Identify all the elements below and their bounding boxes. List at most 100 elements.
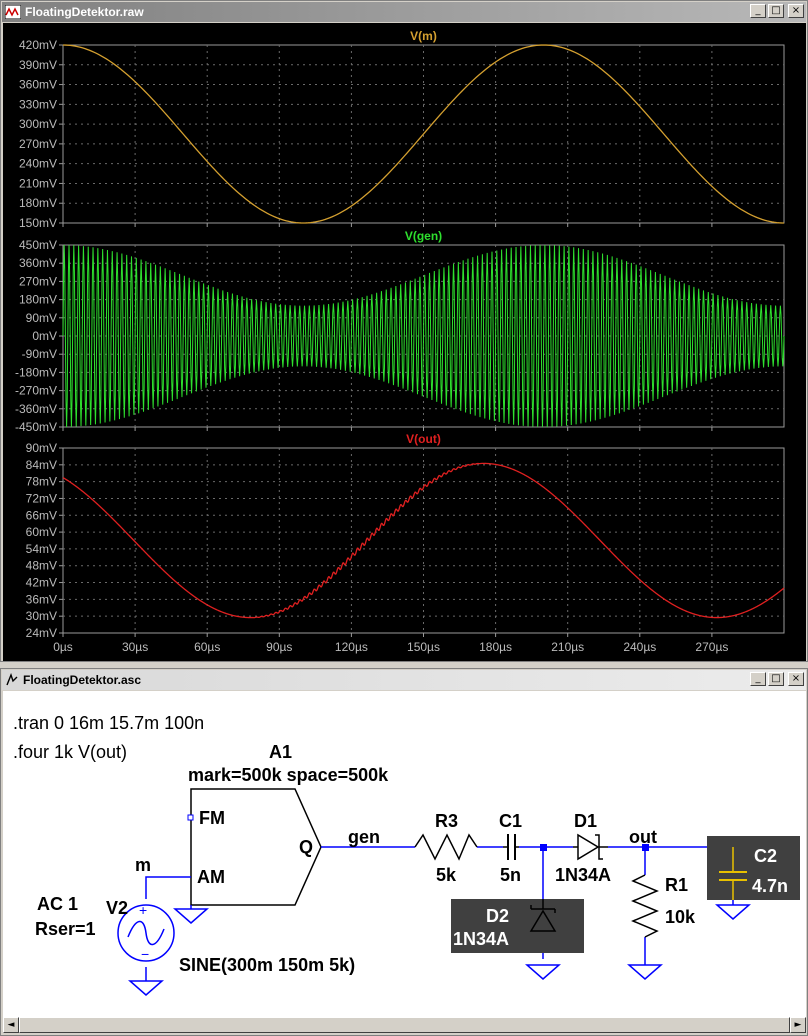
d2-name[interactable]: D2 xyxy=(486,906,509,926)
r3-symbol[interactable] xyxy=(414,833,478,861)
a1-params[interactable]: mark=500k space=500k xyxy=(188,765,389,785)
c1-symbol[interactable] xyxy=(507,834,516,860)
y-tick-label: 360mV xyxy=(19,78,57,92)
waveform-window-title: FloatingDetektor.raw xyxy=(25,5,144,19)
y-tick-label: 54mV xyxy=(26,542,57,556)
scroll-thumb[interactable] xyxy=(19,1017,790,1033)
c1-value[interactable]: 5n xyxy=(500,865,521,885)
x-tick-label: 120µs xyxy=(335,640,368,654)
x-tick-label: 0µs xyxy=(53,640,73,654)
v2-ac-label[interactable]: AC 1 xyxy=(37,894,78,914)
a1-pin-am: AM xyxy=(197,867,225,887)
y-tick-label: 300mV xyxy=(19,117,57,131)
waveform-plot-area[interactable]: 420mV 390mV 360mV 330mV 300mV 270mV 240mV 210mV… xyxy=(3,23,806,661)
schematic-titlebar[interactable]: FloatingDetektor.asc _ □ × xyxy=(2,670,806,690)
v2-rser-label[interactable]: Rser=1 xyxy=(35,919,96,939)
x-tick-label: 210µs xyxy=(551,640,584,654)
maximize-button[interactable]: □ xyxy=(768,672,784,686)
a1-name[interactable]: A1 xyxy=(269,742,292,762)
c1-name[interactable]: C1 xyxy=(499,811,522,831)
trace-vout xyxy=(62,462,785,619)
schematic-window: FloatingDetektor.asc _ □ × .tran 0 16m 1… xyxy=(0,668,808,1036)
y-tick-label: 180mV xyxy=(19,293,57,307)
c2-name[interactable]: C2 xyxy=(754,846,777,866)
net-label-out[interactable]: out xyxy=(629,827,657,847)
junction-dot xyxy=(540,844,547,851)
x-tick-label: 240µs xyxy=(623,640,656,654)
r1-name[interactable]: R1 xyxy=(665,875,688,895)
trace-title[interactable]: V(m) xyxy=(410,29,437,43)
y-tick-label: 390mV xyxy=(19,58,57,72)
y-tick-label: 84mV xyxy=(26,458,57,472)
net-label-gen[interactable]: gen xyxy=(348,827,380,847)
y-tick-label: 450mV xyxy=(19,238,57,252)
y-tick-label: 42mV xyxy=(26,576,57,590)
minimize-button[interactable]: _ xyxy=(750,672,766,686)
scroll-left-button[interactable]: ◄ xyxy=(3,1017,19,1033)
y-tick-label: -360mV xyxy=(15,402,57,416)
a1-pin-fm: FM xyxy=(199,808,225,828)
maximize-button[interactable]: □ xyxy=(768,4,784,18)
trace-title[interactable]: V(gen) xyxy=(405,229,442,243)
x-tick-label: 60µs xyxy=(194,640,220,654)
y-tick-label: 360mV xyxy=(19,256,57,270)
y-tick-label: -450mV xyxy=(15,420,57,434)
r3-value[interactable]: 5k xyxy=(436,865,457,885)
y-tick-label: 48mV xyxy=(26,559,57,573)
x-tick-label: 90µs xyxy=(266,640,292,654)
waveform-window: FloatingDetektor.raw _ □ × 420mV 390mV 360… xyxy=(0,0,808,662)
close-button[interactable]: × xyxy=(788,4,804,18)
fm-pin-icon xyxy=(187,814,194,821)
y-tick-label: 150mV xyxy=(19,216,57,230)
ground-icon xyxy=(627,964,663,980)
y-tick-label: 240mV xyxy=(19,157,57,171)
y-tick-label: -90mV xyxy=(22,347,57,361)
y-tick-label: 66mV xyxy=(26,508,57,522)
schematic-drawing[interactable]: .tran 0 16m 15.7m 100n .four 1k V(out) A… xyxy=(3,691,806,1017)
r1-symbol[interactable] xyxy=(631,874,659,938)
d1-value[interactable]: 1N34A xyxy=(555,865,611,885)
tran-directive[interactable]: .tran 0 16m 15.7m 100n xyxy=(13,713,204,733)
sine-icon xyxy=(127,920,165,946)
y-tick-label: 60mV xyxy=(26,525,57,539)
y-tick-label: 90mV xyxy=(26,311,57,325)
y-tick-label: -180mV xyxy=(15,365,57,379)
x-tick-label: 150µs xyxy=(407,640,440,654)
x-tick-label: 30µs xyxy=(122,640,148,654)
y-tick-label: 0mV xyxy=(32,329,57,343)
ground-icon xyxy=(128,980,164,996)
c2-value[interactable]: 4.7n xyxy=(752,876,788,896)
y-tick-label: 30mV xyxy=(26,609,57,623)
ground-icon xyxy=(173,908,209,924)
r3-name[interactable]: R3 xyxy=(435,811,458,831)
y-tick-label: 420mV xyxy=(19,38,57,52)
y-tick-label: -270mV xyxy=(15,384,57,398)
y-tick-label: 210mV xyxy=(19,176,57,190)
y-tick-label: 72mV xyxy=(26,491,57,505)
trace-title[interactable]: V(out) xyxy=(406,432,441,446)
minus-icon: − xyxy=(141,946,149,962)
d1-name[interactable]: D1 xyxy=(574,811,597,831)
minimize-button[interactable]: _ xyxy=(750,4,766,18)
d1-symbol[interactable] xyxy=(573,833,608,861)
v2-value[interactable]: SINE(300m 150m 5k) xyxy=(179,955,355,975)
schematic-canvas[interactable]: .tran 0 16m 15.7m 100n .four 1k V(out) A… xyxy=(3,691,806,1017)
y-tick-label: 180mV xyxy=(19,196,57,210)
waveform-app-icon xyxy=(5,5,21,19)
waveform-titlebar[interactable]: FloatingDetektor.raw _ □ × xyxy=(2,2,806,22)
four-directive[interactable]: .four 1k V(out) xyxy=(13,742,127,762)
schematic-window-title: FloatingDetektor.asc xyxy=(23,673,142,687)
schematic-app-icon xyxy=(6,673,18,686)
net-label-m[interactable]: m xyxy=(135,855,151,875)
scroll-right-button[interactable]: ► xyxy=(790,1017,806,1033)
y-tick-label: 24mV xyxy=(26,626,57,640)
r1-value[interactable]: 10k xyxy=(665,907,696,927)
y-tick-label: 270mV xyxy=(19,274,57,288)
close-button[interactable]: × xyxy=(788,672,804,686)
y-tick-label: 330mV xyxy=(19,97,57,111)
waveform-plots[interactable]: 420mV 390mV 360mV 330mV 300mV 270mV 240mV 210mV… xyxy=(3,23,806,661)
v2-name[interactable]: V2 xyxy=(106,898,128,918)
d2-value[interactable]: 1N34A xyxy=(453,929,509,949)
horizontal-scrollbar[interactable]: ◄ ► xyxy=(3,1017,806,1033)
x-tick-label: 270µs xyxy=(695,640,728,654)
